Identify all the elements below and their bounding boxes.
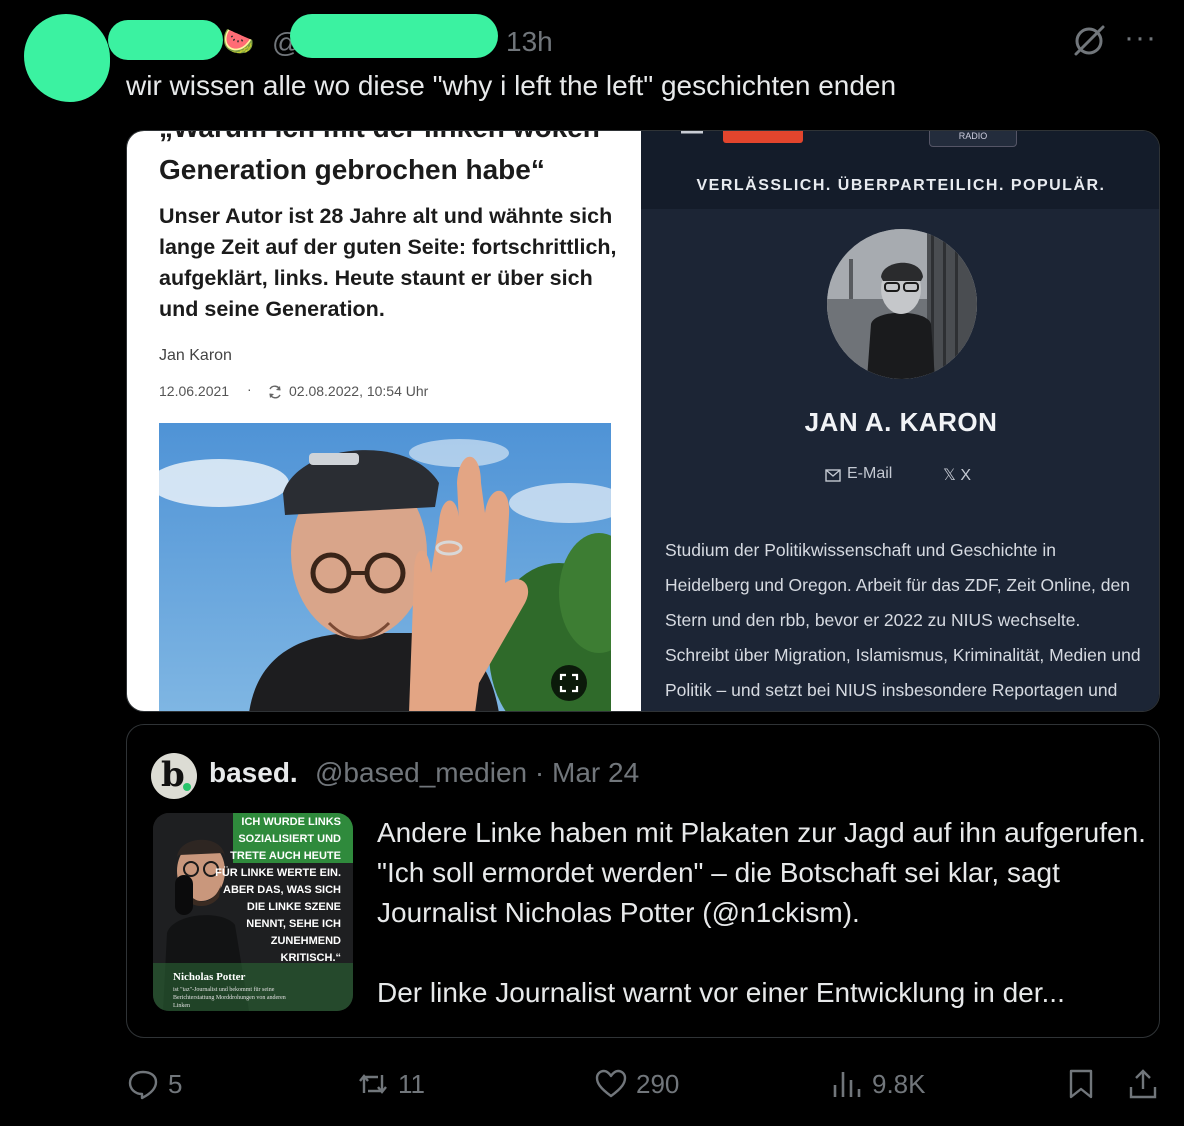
author-avatar-redacted[interactable] [24, 14, 110, 102]
quoted-text-paragraph-1: Andere Linke haben mit Plakaten zur Jagd… [377, 817, 1146, 928]
repost-button[interactable]: 11 [356, 1064, 425, 1104]
thumbnail-caption-line: Linken [173, 1003, 190, 1009]
author-handle-redacted[interactable] [290, 14, 498, 58]
nius-logo [723, 131, 803, 143]
reporter-name: JAN A. KARON [804, 407, 998, 437]
grok-icon[interactable] [1070, 22, 1108, 60]
thumbnail-quote-line: ABER DAS, WAS SICH [223, 884, 341, 896]
bookmark-button[interactable] [1064, 1064, 1098, 1104]
article-date-published: 12.06.2021 [159, 383, 230, 399]
thumbnail-quote-line: DIE LINKE SZENE [247, 901, 341, 913]
site-topbar [641, 131, 1159, 209]
date-separator: · [247, 381, 252, 397]
heart-icon [595, 1069, 627, 1098]
article-date-updated: 02.08.2022, 10:54 Uhr [289, 383, 429, 399]
repost-icon [359, 1074, 387, 1094]
article-headline-cut: „Warum ich mit der linken woken [159, 131, 600, 143]
like-button[interactable]: 290 [594, 1064, 679, 1104]
thumbnail-quote-line: KRITISCH.“ [281, 952, 342, 964]
more-options-icon[interactable]: ··· [1124, 18, 1157, 58]
views-icon [833, 1072, 861, 1097]
share-icon [1129, 1069, 1157, 1099]
menu-icon [681, 131, 703, 134]
media-attachment[interactable]: „Warum ich mit der linken woken Generati… [126, 130, 1160, 712]
reply-count: 5 [168, 1068, 183, 1099]
email-icon [825, 469, 841, 482]
thumbnail-quote-line: SOZIALISIERT UND [238, 833, 341, 845]
thumbnail-quote-line: FÜR LINKE WERTE EIN. [215, 866, 341, 879]
quoted-post-text: Andere Linke haben mit Plakaten zur Jagd… [377, 813, 1147, 1013]
tweet-timestamp[interactable]: 13h [506, 26, 553, 58]
tweet-text: wir wissen alle wo diese "why i left the… [126, 70, 897, 101]
article-photo [159, 423, 611, 711]
refresh-icon [269, 385, 281, 399]
quoted-post[interactable]: b based. @based_medien · Mar 24 ICH WURD… [126, 724, 1160, 1038]
view-count: 9.8K [872, 1068, 926, 1099]
email-link[interactable]: E-Mail [847, 465, 892, 483]
article-screenshot[interactable]: „Warum ich mit der linken woken Generati… [127, 131, 641, 711]
share-button[interactable] [1126, 1064, 1160, 1104]
article-headline: Generation gebrochen habe“ [159, 154, 545, 185]
quoted-handle-and-date[interactable]: @based_medien · Mar 24 [315, 755, 639, 791]
reporter-bio: Studium der Politikwissenschaft und Gesc… [665, 540, 1141, 700]
author-name-redacted[interactable] [108, 20, 223, 60]
bookmark-icon [1069, 1069, 1093, 1099]
repost-count: 11 [398, 1068, 425, 1099]
profile-screenshot[interactable]: RADIO VERLÄSSLICH. ÜBERPARTEILICH. POPUL… [641, 131, 1159, 711]
article-author: Jan Karon [159, 347, 232, 364]
quoted-avatar-dot [183, 783, 191, 791]
radio-badge: RADIO [929, 131, 1017, 147]
thumbnail-caption-line: Berichterstattung Morddrohungen von ande… [173, 995, 286, 1001]
reply-icon [128, 1070, 158, 1100]
thumbnail-quote-line: TRETE AUCH HEUTE [230, 850, 341, 862]
thumbnail-quote-line: ZUNEHMEND [271, 935, 341, 947]
like-count: 290 [636, 1068, 680, 1099]
thumbnail-quote-line: NENNT, SEHE ICH [246, 918, 341, 930]
x-profile-link[interactable]: 𝕏 X [943, 465, 971, 485]
views-button[interactable]: 9.8K [830, 1064, 926, 1104]
reply-button[interactable]: 5 [126, 1064, 182, 1104]
article-lede: Unser Autor ist 28 Jahre alt und wähnte … [159, 204, 617, 321]
thumbnail-caption-line: ist "taz"-Journalist und bekommt für sei… [173, 986, 275, 993]
quoted-avatar-letter: b [161, 755, 185, 795]
thumbnail-quote-line: ICH WURDE LINKS [241, 816, 341, 828]
thumbnail-name: Nicholas Potter [173, 971, 246, 983]
site-slogan: VERLÄSSLICH. ÜBERPARTEILICH. POPULÄR. [696, 177, 1106, 194]
reporter-portrait [827, 229, 977, 379]
expand-icon[interactable] [551, 665, 587, 701]
watermelon-emoji: 🍉 [222, 26, 255, 56]
quoted-text-paragraph-2: Der linke Journalist warnt vor einer Ent… [377, 977, 1065, 1008]
quoted-author-name[interactable]: based. [209, 755, 298, 791]
quoted-post-thumbnail[interactable]: ICH WURDE LINKS SOZIALISIERT UND TRETE AUC… [153, 813, 353, 1011]
